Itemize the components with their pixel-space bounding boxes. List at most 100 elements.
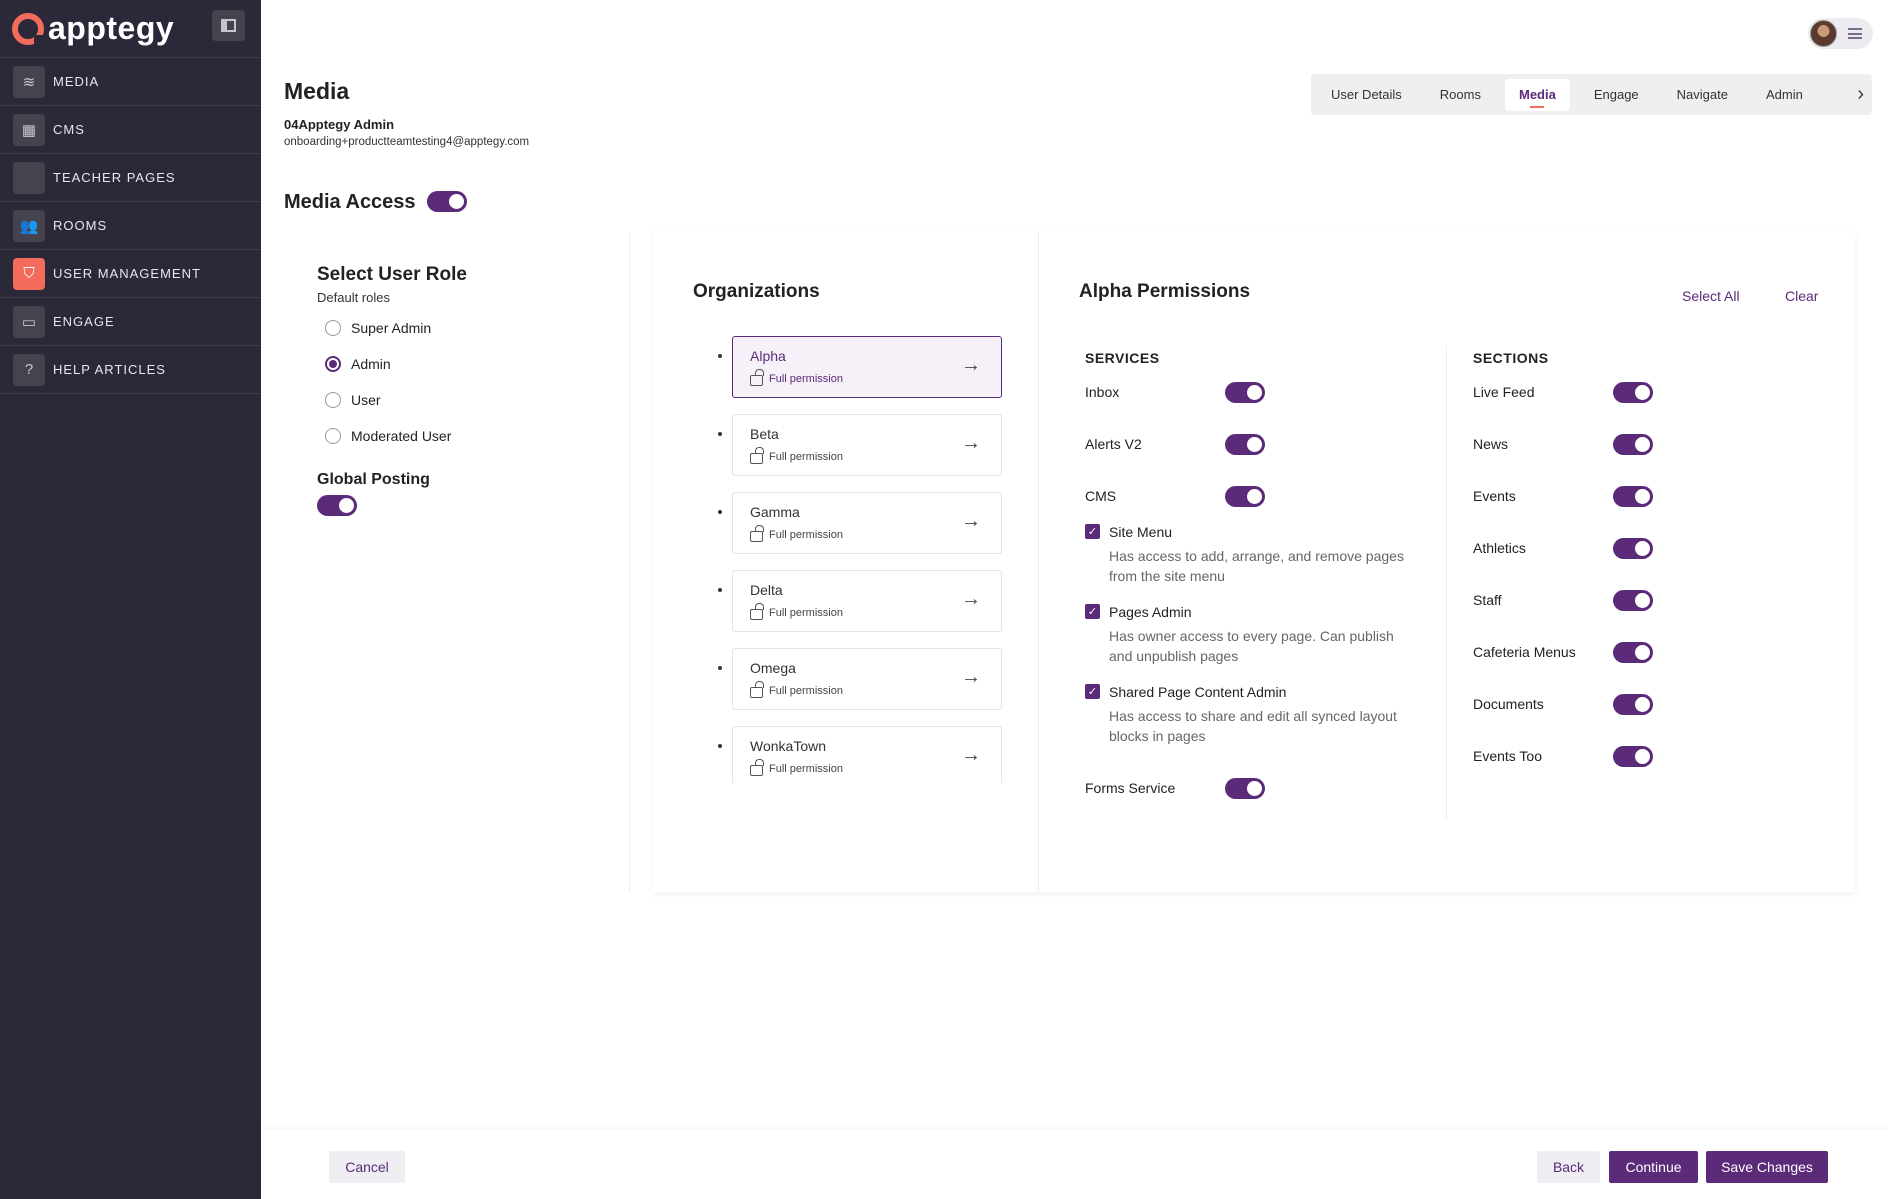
pages-admin-description: Has owner access to every page. Can publ… bbox=[1109, 628, 1394, 664]
arrow-right-icon: → bbox=[961, 744, 981, 766]
tab-media[interactable]: Media bbox=[1504, 78, 1570, 111]
org-permission-label: Full permission bbox=[769, 763, 843, 775]
global-posting-label: Global Posting bbox=[317, 471, 430, 488]
tab-rooms[interactable]: Rooms bbox=[1426, 79, 1495, 111]
shield-icon: ⛉ bbox=[13, 257, 45, 290]
service-label-alerts: Alerts V2 bbox=[1085, 436, 1142, 452]
sidebar-item-teacher-pages[interactable]: TEACHER PAGES bbox=[0, 154, 261, 202]
layout-icon: ▦ bbox=[13, 113, 45, 146]
sidebar-item-engage[interactable]: ▭ ENGAGE bbox=[0, 298, 261, 346]
unlock-icon bbox=[750, 681, 764, 698]
global-posting-toggle[interactable] bbox=[317, 495, 357, 516]
org-card-gamma[interactable]: Gamma Full permission → bbox=[718, 492, 1002, 554]
section-toggle-news[interactable] bbox=[1613, 434, 1653, 455]
radio-button[interactable] bbox=[325, 392, 341, 408]
arrow-right-icon: → bbox=[961, 510, 981, 532]
section-toggle-events-too[interactable] bbox=[1613, 746, 1653, 767]
section-label-news: News bbox=[1473, 436, 1509, 452]
org-permission: Full permission bbox=[750, 681, 843, 698]
arrow-right-icon: → bbox=[961, 432, 981, 454]
tab-engage[interactable]: Engage bbox=[1580, 79, 1653, 111]
arrow-right-icon: → bbox=[961, 588, 981, 610]
sidebar-item-label: ROOMS bbox=[53, 218, 108, 233]
cancel-button[interactable]: Cancel bbox=[329, 1151, 405, 1183]
save-changes-button[interactable]: Save Changes bbox=[1706, 1151, 1828, 1183]
service-toggle-inbox[interactable] bbox=[1225, 382, 1265, 403]
service-toggle-alerts[interactable] bbox=[1225, 434, 1265, 455]
org-permission-label: Full permission bbox=[769, 373, 843, 385]
section-toggle-athletics[interactable] bbox=[1613, 538, 1653, 559]
org-card-wonkatown[interactable]: WonkaTown Full permission → bbox=[718, 726, 1002, 784]
sidebar-item-cms[interactable]: ▦ CMS bbox=[0, 106, 261, 154]
sections-heading: SECTIONS bbox=[1473, 350, 1549, 366]
media-access-label: Media Access bbox=[284, 191, 416, 213]
section-label-documents: Documents bbox=[1473, 696, 1544, 712]
back-button[interactable]: Back bbox=[1537, 1151, 1600, 1183]
role-option-label: Super Admin bbox=[351, 320, 432, 336]
footer-bar: Cancel Back Continue Save Changes bbox=[261, 1130, 1888, 1199]
org-name: Alpha bbox=[750, 348, 786, 364]
bullet bbox=[718, 666, 722, 670]
radio-button[interactable] bbox=[325, 320, 341, 336]
divider bbox=[1038, 232, 1039, 892]
org-permission: Full permission bbox=[750, 759, 843, 776]
role-option-user[interactable]: User bbox=[325, 392, 381, 408]
section-toggle-events[interactable] bbox=[1613, 486, 1653, 507]
sidebar-item-label: USER MANAGEMENT bbox=[53, 266, 201, 281]
role-option-admin[interactable]: Admin bbox=[325, 356, 391, 372]
apptegy-logo-icon bbox=[12, 12, 44, 45]
site-menu-checkbox[interactable]: ✓ bbox=[1085, 524, 1100, 539]
sidebar-item-user-management[interactable]: ⛉ USER MANAGEMENT bbox=[0, 250, 261, 298]
sidebar-item-media[interactable]: ≋ MEDIA bbox=[0, 58, 261, 106]
service-toggle-forms[interactable] bbox=[1225, 778, 1265, 799]
role-option-label: Moderated User bbox=[351, 428, 452, 444]
shared-page-content-admin-checkbox[interactable]: ✓ bbox=[1085, 684, 1100, 699]
org-permission: Full permission bbox=[750, 603, 843, 620]
media-access-toggle[interactable] bbox=[427, 191, 467, 212]
tab-navigate[interactable]: Navigate bbox=[1663, 79, 1742, 111]
user-menu[interactable] bbox=[1808, 18, 1873, 49]
bullet bbox=[718, 354, 722, 358]
section-toggle-live-feed[interactable] bbox=[1613, 382, 1653, 403]
pages-admin-label: Pages Admin bbox=[1109, 604, 1192, 620]
sidebar-item-rooms[interactable]: 👥 ROOMS bbox=[0, 202, 261, 250]
shared-page-content-admin-description: Has access to share and edit all synced … bbox=[1109, 708, 1397, 744]
section-toggle-documents[interactable] bbox=[1613, 694, 1653, 715]
org-card-delta[interactable]: Delta Full permission → bbox=[718, 570, 1002, 632]
collapse-sidebar-button[interactable] bbox=[212, 10, 245, 41]
pages-admin-checkbox[interactable]: ✓ bbox=[1085, 604, 1100, 619]
layers-icon: ≋ bbox=[13, 65, 45, 98]
sidebar-item-help-articles[interactable]: ? HELP ARTICLES bbox=[0, 346, 261, 394]
user-email: onboarding+productteamtesting4@apptegy.c… bbox=[284, 136, 530, 148]
org-name: Omega bbox=[750, 660, 796, 676]
tab-user-details[interactable]: User Details bbox=[1317, 79, 1416, 111]
org-card-omega[interactable]: Omega Full permission → bbox=[718, 648, 1002, 710]
tab-admin[interactable]: Admin bbox=[1752, 79, 1817, 111]
org-permission-label: Full permission bbox=[769, 685, 843, 697]
org-name: Gamma bbox=[750, 504, 800, 520]
service-toggle-cms[interactable] bbox=[1225, 486, 1265, 507]
role-option-super-admin[interactable]: Super Admin bbox=[325, 320, 431, 336]
sidebar-item-label: HELP ARTICLES bbox=[53, 362, 166, 377]
chevron-right-icon[interactable]: › bbox=[1857, 83, 1864, 106]
services-heading: SERVICES bbox=[1085, 350, 1160, 366]
continue-button[interactable]: Continue bbox=[1609, 1151, 1698, 1183]
org-card-alpha[interactable]: Alpha Full permission → bbox=[718, 336, 1002, 398]
role-option-label: User bbox=[351, 392, 381, 408]
org-card-beta[interactable]: Beta Full permission → bbox=[718, 414, 1002, 476]
select-all-button[interactable]: Select All bbox=[1682, 288, 1740, 304]
brand-name: apptegy bbox=[48, 10, 175, 46]
section-toggle-cafeteria-menus[interactable] bbox=[1613, 642, 1653, 663]
section-label-events: Events bbox=[1473, 488, 1516, 504]
radio-button[interactable] bbox=[325, 428, 341, 444]
shared-page-content-admin-label: Shared Page Content Admin bbox=[1109, 684, 1287, 700]
section-toggle-staff[interactable] bbox=[1613, 590, 1653, 611]
org-permission-label: Full permission bbox=[769, 529, 843, 541]
role-option-moderated-user[interactable]: Moderated User bbox=[325, 428, 451, 444]
radio-button[interactable] bbox=[325, 356, 341, 372]
org-permission-label: Full permission bbox=[769, 607, 843, 619]
role-option-label: Admin bbox=[351, 356, 391, 372]
clear-button[interactable]: Clear bbox=[1785, 288, 1818, 304]
unlock-icon bbox=[750, 447, 764, 464]
section-label-live-feed: Live Feed bbox=[1473, 384, 1535, 400]
